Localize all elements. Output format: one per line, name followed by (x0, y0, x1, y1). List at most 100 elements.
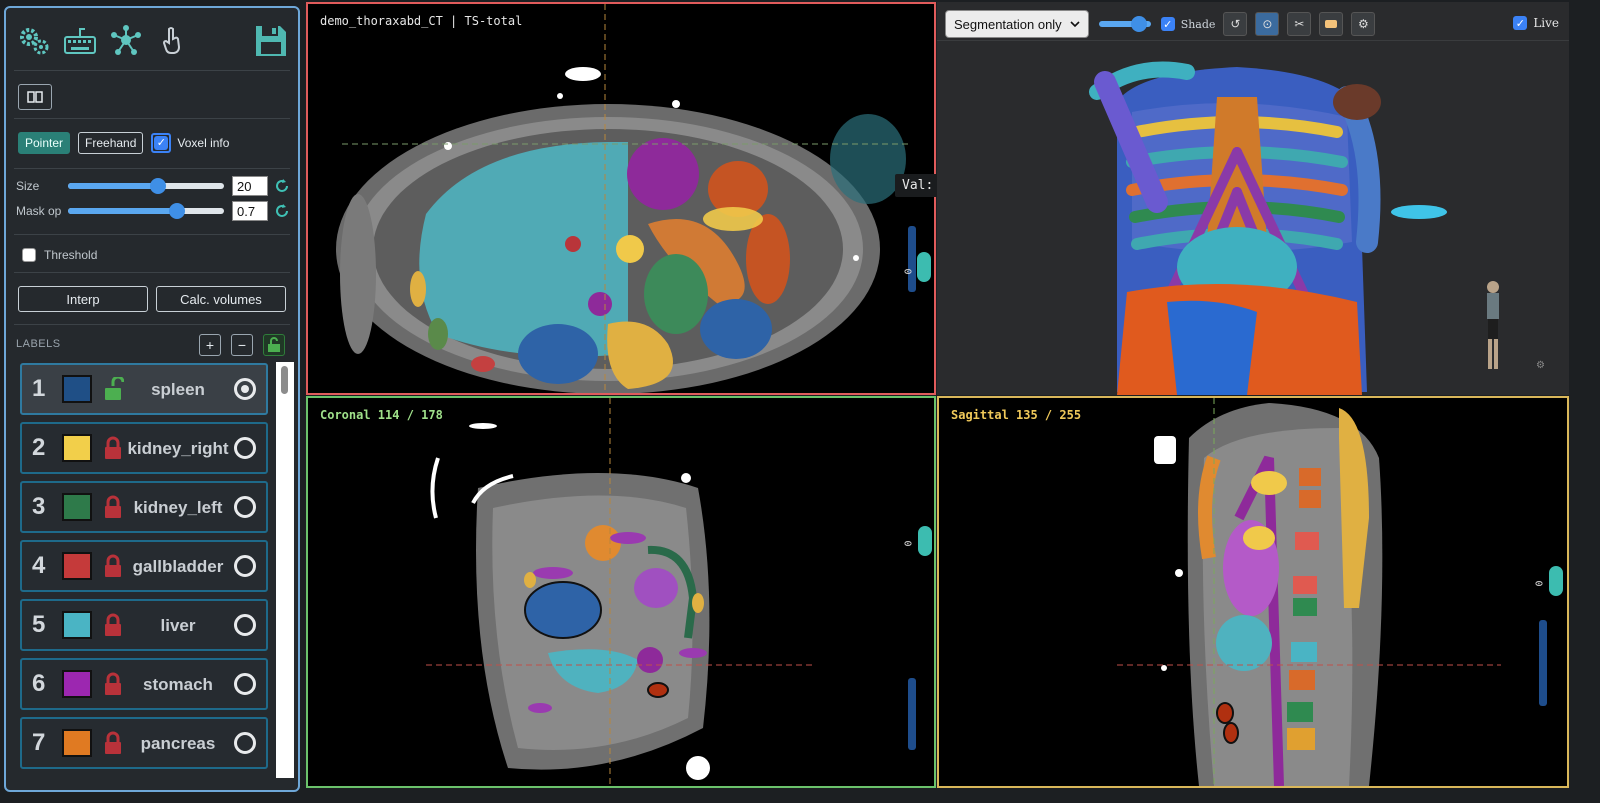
scrollbar-thumb[interactable] (281, 366, 288, 394)
interp-button[interactable]: Interp (18, 286, 148, 312)
save-icon[interactable] (254, 24, 288, 58)
render-opacity-thumb[interactable] (1130, 16, 1147, 32)
label-select-radio[interactable] (234, 496, 256, 518)
sagittal-slider-handle[interactable] (1549, 566, 1563, 596)
label-item[interactable]: 5 liver (20, 599, 268, 651)
label-select-radio[interactable] (234, 378, 256, 400)
label-color-swatch[interactable] (62, 670, 92, 698)
label-tag-button[interactable] (1319, 12, 1344, 36)
sagittal-slider-zero: 0 (1534, 580, 1546, 587)
axial-slider-handle[interactable] (917, 252, 931, 282)
label-color-swatch[interactable] (62, 434, 92, 462)
mask-opacity-slider-row: Mask op 0.7 (16, 201, 290, 221)
label-select-radio[interactable] (234, 673, 256, 695)
label-item[interactable]: 7 pancreas (20, 717, 268, 769)
coronal-slider-zero: 0 (903, 540, 915, 547)
reset-size-icon[interactable] (274, 178, 290, 194)
divider (14, 272, 290, 273)
hand-pointer-icon[interactable] (154, 22, 190, 58)
label-color-swatch[interactable] (62, 493, 92, 521)
label-select-radio[interactable] (234, 555, 256, 577)
reset-view-button[interactable]: ↺ (1223, 12, 1248, 36)
reset-mask-opacity-icon[interactable] (274, 203, 290, 219)
voxel-info-checkbox-frame: ✓ (151, 133, 172, 153)
voxel-info-checkbox[interactable]: ✓ (154, 136, 169, 150)
axial-slice-slider[interactable] (908, 226, 916, 292)
mask-opacity-slider-thumb[interactable] (169, 203, 186, 219)
chevron-down-icon (1070, 21, 1080, 28)
clip-button[interactable]: ✂ (1287, 12, 1312, 36)
freehand-mode-button[interactable]: Freehand (78, 132, 144, 154)
small-gear-icon[interactable]: ⚙ (1536, 360, 1545, 371)
label-select-radio[interactable] (234, 732, 256, 754)
threshold-toggle[interactable]: Threshold (22, 248, 97, 262)
label-color-swatch[interactable] (62, 611, 92, 639)
shade-toggle[interactable]: ✓ Shade (1160, 17, 1215, 31)
remove-label-button[interactable]: − (231, 334, 253, 356)
label-color-swatch[interactable] (62, 375, 92, 403)
label-number: 5 (32, 611, 46, 638)
label-number: 4 (32, 552, 46, 579)
target-button[interactable]: ⊙ (1255, 12, 1280, 36)
label-item[interactable]: 1 spleen (20, 363, 268, 415)
threshold-checkbox[interactable] (22, 248, 36, 262)
keyboard-icon[interactable] (62, 22, 98, 58)
undo-icon: ↺ (1230, 17, 1241, 31)
render-3d-viewport[interactable]: Segmentation only ✓ Shade ↺ ⊙ ✂ ⚙ ✓ Live… (937, 2, 1569, 395)
label-item[interactable]: 3 kidney_left (20, 481, 268, 533)
coronal-viewport[interactable]: Coronal 114 / 178 0 (306, 396, 936, 788)
scissors-icon: ✂ (1294, 17, 1305, 31)
divider (14, 70, 290, 71)
label-name: gallbladder (132, 557, 224, 576)
coronal-ct-image (426, 398, 816, 786)
network-icon[interactable] (108, 22, 144, 58)
unlock-all-button[interactable] (263, 334, 285, 356)
mask-opacity-value-input[interactable]: 0.7 (232, 201, 268, 221)
sagittal-viewport[interactable]: Sagittal 135 / 255 0 (937, 396, 1569, 788)
axial-viewport[interactable]: demo_thoraxabd_CT | TS-total 0 (306, 2, 936, 395)
add-label-button[interactable]: + (199, 334, 221, 356)
label-select-radio[interactable] (234, 437, 256, 459)
voxel-info-toggle[interactable]: ✓ Voxel info (151, 133, 229, 153)
label-list-scrollbar[interactable] (276, 362, 294, 778)
render-settings-button[interactable]: ⚙ (1351, 12, 1376, 36)
render-opacity-slider[interactable] (1098, 16, 1151, 32)
mask-opacity-slider[interactable] (68, 203, 224, 219)
axial-slider-zero: 0 (903, 268, 915, 275)
live-toggle[interactable]: ✓ Live (1513, 16, 1559, 30)
sagittal-viewport-title: Sagittal 135 / 255 (951, 408, 1082, 422)
label-item[interactable]: 6 stomach (20, 658, 268, 710)
gears-icon[interactable] (16, 22, 52, 58)
settings-icon: ⚙ (1358, 17, 1369, 31)
coronal-slice-slider[interactable] (908, 678, 916, 750)
divider (14, 234, 290, 235)
tag-icon (1325, 20, 1338, 28)
layout-toggle-button[interactable] (18, 84, 52, 110)
label-item[interactable]: 2 kidney_right (20, 422, 268, 474)
label-select-radio[interactable] (234, 614, 256, 636)
threshold-label: Threshold (44, 248, 98, 262)
labels-heading: LABELS (16, 338, 61, 350)
coronal-viewport-title: Coronal 114 / 178 (320, 408, 443, 422)
label-number: 6 (32, 670, 46, 697)
live-checkbox[interactable]: ✓ (1513, 16, 1528, 30)
mask-opacity-label: Mask op (16, 204, 62, 218)
divider (14, 324, 290, 325)
sagittal-ct-image (1117, 398, 1501, 786)
pointer-mode-button[interactable]: Pointer (18, 132, 71, 154)
divider (14, 168, 290, 169)
label-color-swatch[interactable] (62, 729, 92, 757)
sagittal-slice-slider[interactable] (1539, 620, 1547, 706)
size-slider-row: Size 20 (16, 176, 290, 196)
shade-checkbox[interactable]: ✓ (1160, 17, 1175, 31)
voxel-info-label: Voxel info (177, 136, 230, 150)
size-slider[interactable] (68, 178, 224, 194)
size-value-input[interactable]: 20 (232, 176, 268, 196)
size-slider-thumb[interactable] (150, 178, 167, 194)
label-color-swatch[interactable] (62, 552, 92, 580)
calc-volumes-button[interactable]: Calc. volumes (156, 286, 286, 312)
divider (14, 118, 290, 119)
render-mode-select[interactable]: Segmentation only (945, 10, 1089, 38)
coronal-slider-handle[interactable] (918, 526, 932, 556)
label-item[interactable]: 4 gallbladder (20, 540, 268, 592)
